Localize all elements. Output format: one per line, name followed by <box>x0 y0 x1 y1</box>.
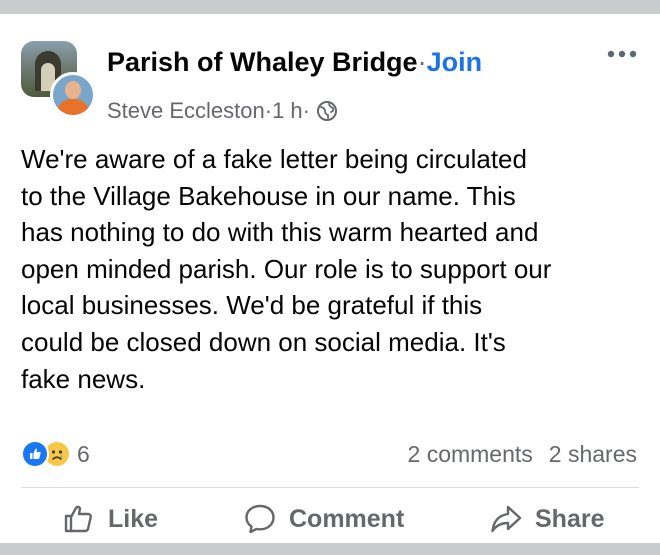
more-horizontal-icon <box>607 50 637 58</box>
reaction-count: 6 <box>77 440 90 467</box>
actions-divider <box>21 487 639 488</box>
reactions-summary[interactable]: 6 <box>21 439 90 469</box>
like-label: Like <box>108 504 159 533</box>
post-actions-bar: Like Comment Share <box>0 496 660 542</box>
thumbs-up-icon <box>64 505 92 533</box>
author-avatar[interactable] <box>50 72 96 118</box>
group-name-link[interactable]: Parish of Whaley Bridge <box>107 47 418 78</box>
header-separator: · <box>417 46 427 77</box>
more-options-button[interactable] <box>600 40 644 68</box>
comment-button[interactable]: Comment <box>243 496 404 542</box>
author-name-link[interactable]: Steve Eccleston <box>107 98 265 124</box>
post-card: Parish of Whaley Bridge · Join Steve Ecc… <box>0 14 660 543</box>
engagement-stats: 2 comments 2 shares <box>408 439 637 469</box>
share-label: Share <box>535 504 605 533</box>
meta-separator: · <box>264 98 273 123</box>
post-body-text: We're aware of a fake letter being circu… <box>21 144 552 394</box>
post-header: Parish of Whaley Bridge · Join <box>107 44 482 80</box>
comments-count-link[interactable]: 2 comments <box>408 441 533 468</box>
timestamp-link[interactable]: 1 h <box>272 98 303 124</box>
comment-label: Comment <box>289 504 405 533</box>
author-avatar-body <box>57 99 89 115</box>
shares-count-link[interactable]: 2 shares <box>549 441 637 468</box>
author-avatar-head <box>65 81 81 99</box>
like-reaction-icon <box>21 440 49 468</box>
comment-bubble-icon <box>245 504 275 534</box>
share-button[interactable]: Share <box>489 496 604 542</box>
globe-icon <box>317 101 337 121</box>
like-button[interactable]: Like <box>62 496 158 542</box>
post-meta: Steve Eccleston · 1 h · <box>107 96 338 126</box>
meta-separator-2: · <box>302 98 310 123</box>
share-arrow-icon <box>491 505 522 533</box>
join-button[interactable]: Join <box>427 47 483 78</box>
